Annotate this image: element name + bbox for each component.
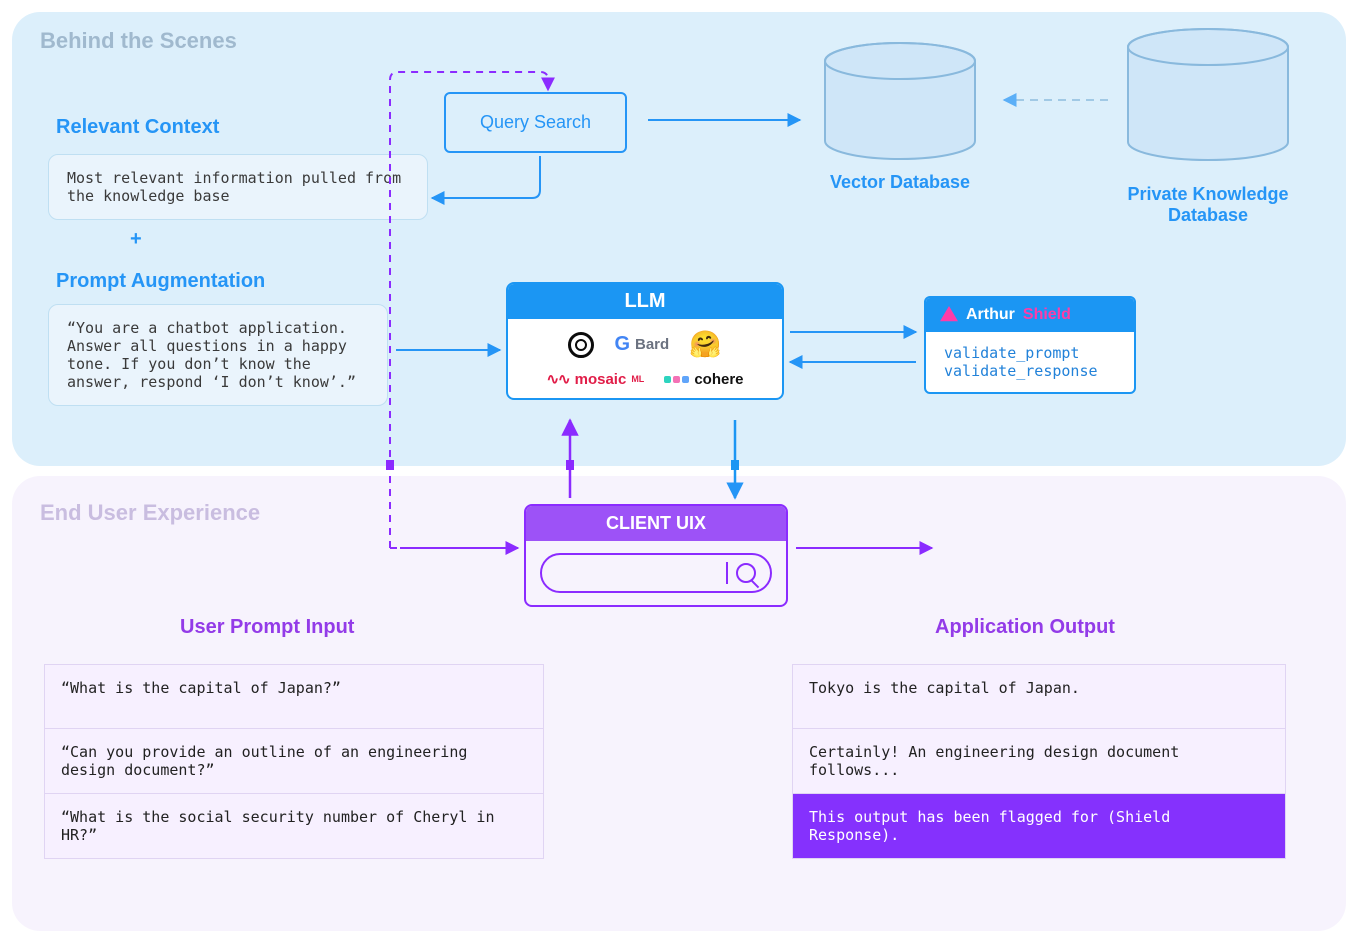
query-search-box: Query Search [444,92,627,153]
query-search-label: Query Search [480,112,591,132]
input-row: “What is the capital of Japan?” [45,665,544,729]
llm-title: LLM [508,284,782,319]
input-row: “Can you provide an outline of an engine… [45,729,544,794]
client-body [526,541,786,605]
shield-line2: validate_response [944,362,1116,380]
output-row: Tokyo is the capital of Japan. [793,665,1286,729]
relevant-context-box: Most relevant information pulled from th… [48,154,428,220]
shield-brand-a: Arthur [966,306,1015,324]
llm-panel: LLM G Bard 🤗 ∿∿ mosaicML cohere [506,282,784,400]
section-title-top: Behind the Scenes [40,28,237,54]
output-row: Certainly! An engineering design documen… [793,729,1286,794]
vector-db-label: Vector Database [820,172,980,193]
bard-logo: G Bard [614,333,669,356]
shield-line1: validate_prompt [944,344,1116,362]
mosaic-logo: ∿∿ mosaicML [546,370,644,388]
input-table: “What is the capital of Japan?” “Can you… [44,664,544,859]
plus-symbol: + [130,228,142,251]
output-table: Tokyo is the capital of Japan. Certainly… [792,664,1286,859]
shield-header: Arthur Shield [926,298,1134,332]
text-cursor-icon [726,562,728,584]
cohere-logo: cohere [664,371,743,388]
prompt-aug-heading: Prompt Augmentation [56,270,265,293]
shield-brand-b: Shield [1023,306,1071,324]
search-icon [736,563,756,583]
openai-icon [568,332,594,358]
client-uix-panel: CLIENT UIX [524,504,788,607]
relevant-context-heading: Relevant Context [56,116,219,139]
arthur-shield-panel: Arthur Shield validate_prompt validate_r… [924,296,1136,394]
prompt-aug-box: “You are a chatbot application. Answer a… [48,304,388,406]
client-search-input[interactable] [540,553,772,593]
user-prompt-heading: User Prompt Input [180,616,354,639]
llm-logos: G Bard 🤗 ∿∿ mosaicML cohere [508,319,782,398]
huggingface-icon: 🤗 [689,329,721,360]
private-db-label: Private Knowledge Database [1108,184,1308,226]
output-row-flagged: This output has been flagged for (Shield… [793,794,1286,859]
shield-body: validate_prompt validate_response [926,332,1134,392]
client-title: CLIENT UIX [526,506,786,541]
input-row: “What is the social security number of C… [45,794,544,859]
section-title-bottom: End User Experience [40,500,260,526]
shield-triangle-icon [940,306,958,324]
app-output-heading: Application Output [935,616,1115,639]
